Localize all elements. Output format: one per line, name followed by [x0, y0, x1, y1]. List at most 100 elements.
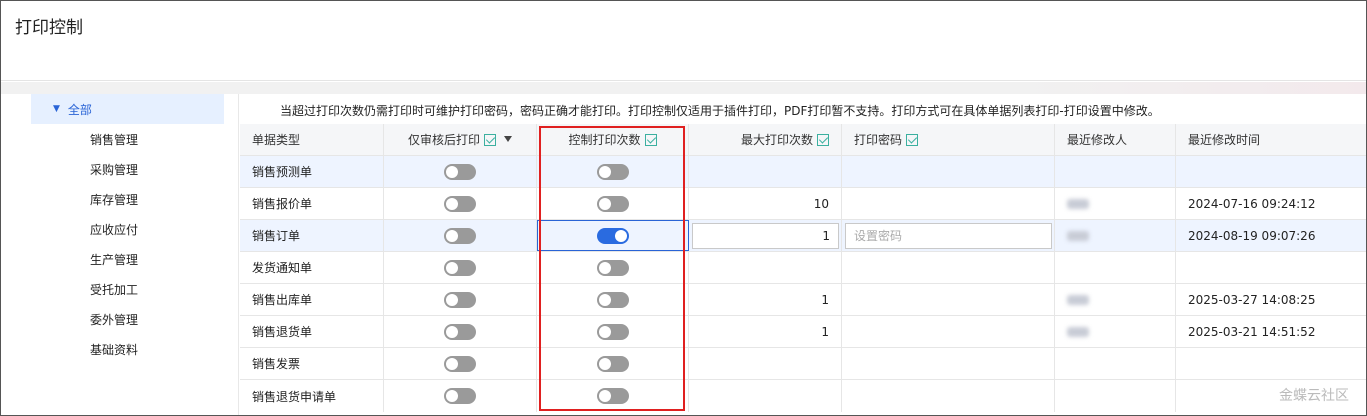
control-count-toggle[interactable] — [596, 195, 629, 212]
table-row[interactable]: 销售发票 — [240, 348, 1366, 380]
watermark: 金蝶云社区 — [1279, 388, 1349, 404]
cell-password — [842, 220, 1055, 251]
cell-modifier — [1055, 380, 1176, 412]
checkbox-checked-icon[interactable] — [817, 133, 829, 146]
audit-only-toggle[interactable] — [444, 163, 476, 180]
cell-modifier — [1055, 252, 1176, 283]
audit-only-toggle[interactable] — [444, 355, 476, 372]
page-title: 打印控制 — [15, 18, 83, 38]
cell-max-count: 10 — [689, 188, 842, 219]
cell-password — [842, 380, 1055, 412]
control-count-toggle[interactable] — [596, 227, 629, 244]
top-bar: 打印控制 — [1, 1, 1366, 81]
table-row[interactable]: 销售订单 2024-08-19 09:07:26 — [240, 220, 1366, 252]
tree-root-label: 全部 — [67, 102, 92, 117]
control-count-toggle[interactable] — [596, 323, 629, 340]
cell-max-count — [689, 220, 842, 251]
caret-down-icon[interactable]: ▼ — [53, 104, 60, 114]
cell-password — [842, 284, 1055, 315]
tree-item-sales[interactable]: 销售管理 — [90, 130, 138, 150]
cell-modifier — [1055, 188, 1176, 219]
cell-modified-time: 2024-08-19 09:07:26 — [1188, 228, 1316, 243]
audit-only-toggle[interactable] — [444, 227, 476, 244]
blurred-user-name — [1067, 326, 1089, 337]
table-row[interactable]: 发货通知单 — [240, 252, 1366, 284]
cell-doc-type: 销售订单 — [240, 220, 384, 251]
header-modifier: 最近修改人 — [1055, 124, 1176, 155]
cell-doc-type: 销售退货申请单 — [240, 380, 384, 412]
cell-password — [842, 316, 1055, 347]
cell-doc-type: 销售预测单 — [240, 156, 384, 187]
blurred-user-name — [1067, 198, 1089, 209]
table-row[interactable]: 销售出库单 1 2025-03-27 14:08:25 — [240, 284, 1366, 316]
tree-item-outsourcing[interactable]: 委外管理 — [90, 310, 138, 330]
cell-modifier — [1055, 156, 1176, 187]
checkbox-checked-icon[interactable] — [644, 133, 657, 146]
tree-item-base-data[interactable]: 基础资料 — [90, 340, 138, 360]
cell-password — [842, 252, 1055, 283]
cell-doc-type: 销售出库单 — [240, 284, 384, 315]
cell-doc-type: 销售发票 — [240, 348, 384, 379]
cell-max-count — [689, 252, 842, 283]
cell-password — [842, 156, 1055, 187]
password-input[interactable] — [845, 223, 1052, 249]
header-doc-type: 单据类型 — [240, 124, 384, 155]
cell-doc-type: 销售退货单 — [240, 316, 384, 347]
control-count-toggle[interactable] — [596, 291, 629, 308]
table-header: 单据类型 仅审核后打印 控制打印次数 最大打印次数 打印密码 最近修改人 最近修… — [240, 124, 1366, 156]
cell-modifier — [1055, 284, 1176, 315]
cell-password — [842, 188, 1055, 219]
control-count-toggle[interactable] — [596, 355, 629, 372]
tree-item-production[interactable]: 生产管理 — [90, 250, 138, 270]
category-tree: ▼ 全部 销售管理 采购管理 库存管理 应收应付 生产管理 受托加工 委外管理 … — [1, 94, 239, 415]
max-count-input[interactable] — [692, 223, 839, 249]
tree-item-ar-ap[interactable]: 应收应付 — [90, 220, 138, 240]
control-count-toggle[interactable] — [596, 388, 629, 404]
audit-only-toggle[interactable] — [444, 291, 476, 308]
checkbox-checked-icon[interactable] — [484, 133, 496, 146]
cell-doc-type: 发货通知单 — [240, 252, 384, 283]
table-row[interactable]: 销售报价单 10 2024-07-16 09:24:12 — [240, 188, 1366, 220]
cell-modifier — [1055, 316, 1176, 347]
notice-text: 当超过打印次数仍需打印时可维护打印密码，密码正确才能打印。打印控制仅适用于插件打… — [280, 104, 1160, 118]
tree-item-inventory[interactable]: 库存管理 — [90, 190, 138, 210]
table-row[interactable]: 销售退货单 1 2025-03-21 14:51:52 — [240, 316, 1366, 348]
blurred-user-name — [1067, 230, 1089, 241]
audit-only-toggle[interactable] — [444, 388, 476, 404]
control-count-toggle[interactable] — [596, 163, 629, 180]
cell-doc-type: 销售报价单 — [240, 188, 384, 219]
cell-max-count — [689, 156, 842, 187]
cell-modifier — [1055, 220, 1176, 251]
audit-only-toggle[interactable] — [444, 259, 476, 276]
audit-only-toggle[interactable] — [444, 195, 476, 212]
header-control-count: 控制打印次数 — [537, 124, 689, 155]
cell-modified-time: 2024-07-16 09:24:12 — [1188, 196, 1316, 211]
blurred-user-name — [1067, 294, 1089, 305]
audit-only-toggle[interactable] — [444, 323, 476, 340]
cell-password — [842, 348, 1055, 379]
cell-max-count — [689, 380, 842, 412]
tree-item-entrusted[interactable]: 受托加工 — [90, 280, 138, 300]
cell-modified-time — [1176, 156, 1366, 187]
tree-item-purchase[interactable]: 采购管理 — [90, 160, 138, 180]
cell-modifier — [1055, 348, 1176, 379]
filter-icon[interactable] — [504, 135, 512, 142]
header-modified-time: 最近修改时间 — [1188, 133, 1261, 147]
cell-modified-time — [1176, 348, 1366, 379]
cell-modified-time: 2025-03-21 14:51:52 — [1188, 324, 1316, 339]
table-row[interactable]: 销售退货申请单 — [240, 380, 1366, 412]
cell-max-count: 1 — [689, 284, 842, 315]
cell-max-count — [689, 348, 842, 379]
cell-max-count: 1 — [689, 316, 842, 347]
print-control-table: 单据类型 仅审核后打印 控制打印次数 最大打印次数 打印密码 最近修改人 最近修… — [240, 124, 1366, 416]
table-row[interactable]: 销售预测单 — [240, 156, 1366, 188]
header-max-count: 最大打印次数 — [689, 124, 842, 155]
separator-band — [1, 82, 1366, 94]
header-password: 打印密码 — [842, 124, 1055, 155]
tree-item-all[interactable]: ▼ 全部 — [31, 94, 224, 124]
cell-modified-time: 2025-03-27 14:08:25 — [1188, 292, 1316, 307]
checkbox-checked-icon[interactable] — [906, 133, 919, 146]
header-audit-only: 仅审核后打印 — [384, 124, 537, 155]
cell-modified-time — [1176, 252, 1366, 283]
control-count-toggle[interactable] — [596, 259, 629, 276]
